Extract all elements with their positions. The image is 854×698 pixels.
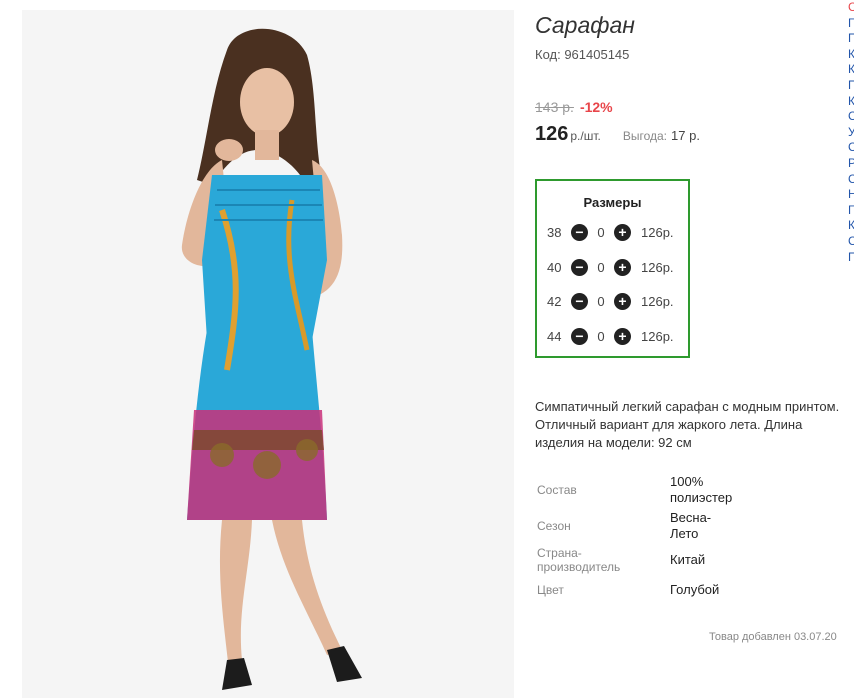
property-label: Страна-производитель — [537, 546, 621, 574]
minus-circle-icon[interactable]: − — [571, 258, 588, 276]
side-menu-strip[interactable]: СГПККПКСУСРСНГКСП — [848, 0, 854, 290]
size-row: 42 − 0 + 126р. — [547, 290, 687, 312]
added-date: Товар добавлен 03.07.20 — [709, 631, 837, 643]
minus-circle-icon[interactable]: − — [571, 292, 588, 310]
side-menu-item[interactable]: С — [848, 109, 854, 125]
sizes-box: Размеры 38 − 0 + 126р. 40 − 0 + 126р. 42… — [535, 179, 690, 358]
sizes-title: Размеры — [583, 195, 642, 210]
size-price: 126р. — [641, 259, 674, 275]
size-price: 126р. — [641, 224, 674, 240]
product-info: Сарафан Код: 961405145 143 р. -12% 126 р./… — [535, 0, 854, 698]
side-menu-item[interactable]: К — [848, 62, 854, 78]
plus-circle-icon[interactable]: + — [614, 327, 631, 345]
old-price: 143 р. — [535, 99, 574, 115]
property-value: 100% полиэстер — [670, 474, 733, 505]
side-menu-item[interactable]: К — [848, 47, 854, 63]
product-code: Код: 961405145 — [535, 47, 630, 62]
size-label: 38 — [547, 224, 562, 240]
minus-circle-icon[interactable]: − — [571, 223, 588, 241]
side-menu-item[interactable]: С — [848, 234, 854, 250]
property-value: Весна-Лето — [670, 510, 712, 541]
property-label: Цвет — [537, 583, 564, 597]
benefit-value: 17 р. — [671, 128, 700, 143]
product-photo-illustration — [22, 10, 514, 698]
size-label: 42 — [547, 293, 562, 309]
size-row: 44 − 0 + 126р. — [547, 325, 687, 347]
side-menu-item[interactable]: С — [848, 172, 854, 188]
product-photo[interactable] — [22, 10, 514, 698]
size-label: 44 — [547, 328, 562, 344]
quantity-value: 0 — [597, 259, 605, 275]
price-unit: р./шт. — [570, 129, 601, 143]
property-label: Состав — [537, 483, 577, 497]
property-label: Сезон — [537, 519, 571, 533]
side-menu-item[interactable]: П — [848, 31, 854, 47]
quantity-value: 0 — [597, 224, 605, 240]
side-menu-item[interactable]: У — [848, 125, 854, 141]
side-menu-item[interactable]: Г — [848, 203, 854, 219]
price-row: 126 р./шт. Выгода: 17 р. — [535, 123, 700, 146]
property-value: Голубой — [670, 582, 720, 597]
size-label: 40 — [547, 259, 562, 275]
side-menu-item[interactable]: К — [848, 94, 854, 110]
side-menu-item[interactable]: Р — [848, 156, 854, 172]
product-title: Сарафан — [535, 12, 635, 38]
old-price-row: 143 р. -12% — [535, 99, 613, 115]
side-menu-item[interactable]: К — [848, 218, 854, 234]
minus-circle-icon[interactable]: − — [571, 327, 588, 345]
product-description: Симпатичный легкий сарафан с модным прин… — [535, 399, 840, 450]
current-price: 126 — [535, 123, 569, 145]
benefit-label: Выгода: — [622, 129, 668, 143]
quantity-value: 0 — [597, 328, 605, 344]
side-menu-item[interactable]: Н — [848, 187, 854, 203]
size-row: 38 − 0 + 126р. — [547, 221, 687, 243]
side-menu-item[interactable]: П — [848, 250, 854, 266]
discount-badge: -12% — [579, 99, 613, 115]
plus-circle-icon[interactable]: + — [614, 223, 631, 241]
quantity-value: 0 — [597, 293, 605, 309]
side-menu-item[interactable]: Г — [848, 16, 854, 32]
size-price: 126р. — [641, 293, 674, 309]
side-menu-item[interactable]: П — [848, 78, 854, 94]
side-menu-item[interactable]: С — [848, 0, 854, 16]
property-value: Китай — [670, 552, 706, 567]
size-row: 40 − 0 + 126р. — [547, 256, 687, 278]
plus-circle-icon[interactable]: + — [614, 258, 631, 276]
size-price: 126р. — [641, 328, 674, 344]
plus-circle-icon[interactable]: + — [614, 292, 631, 310]
side-menu-item[interactable]: С — [848, 140, 854, 156]
